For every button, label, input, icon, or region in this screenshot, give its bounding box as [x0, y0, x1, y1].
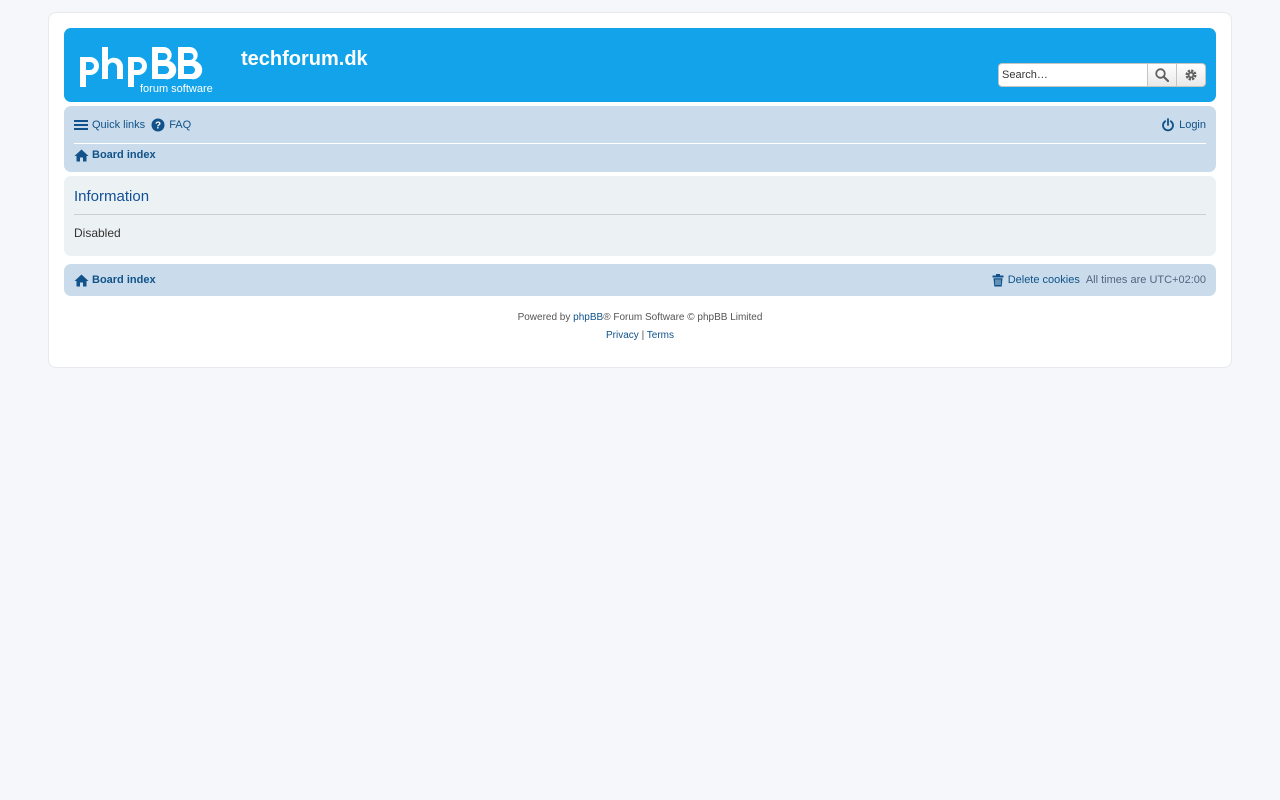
- search-button[interactable]: [1148, 63, 1177, 87]
- faq-label: FAQ: [169, 119, 192, 131]
- copyright: Powered by phpBB® Forum Software © phpBB…: [49, 309, 1231, 345]
- panel-message: Disabled: [74, 226, 121, 240]
- timezone-value: UTC+02:00: [1149, 274, 1206, 286]
- header-banner: forum software techforum.dk: [64, 28, 1216, 102]
- times-label: All times are: [1085, 274, 1147, 286]
- nav-top-row: Quick links ? FAQ Login: [74, 114, 1206, 144]
- gear-icon: [1185, 69, 1197, 81]
- quick-links-menu[interactable]: Quick links: [74, 119, 145, 131]
- phpbb-logo-icon: forum software: [80, 47, 213, 95]
- footer-right: Delete cookies All times are UTC+02:00: [992, 273, 1206, 287]
- footer-breadcrumb-board-index[interactable]: Board index: [74, 274, 156, 287]
- phpbb-link[interactable]: phpBB: [573, 312, 603, 323]
- powered-by-text: Powered by: [517, 312, 571, 323]
- search-box: [998, 63, 1206, 87]
- login-label: Login: [1179, 119, 1206, 131]
- footer-breadcrumb-label: Board index: [92, 274, 156, 286]
- login-link[interactable]: Login: [1161, 118, 1206, 132]
- hamburger-icon: [74, 120, 88, 130]
- breadcrumb-board-index[interactable]: Board index: [74, 149, 156, 162]
- home-icon: [74, 149, 89, 161]
- breadcrumb-label: Board index: [92, 149, 156, 161]
- timezone-info: All times are UTC+02:00: [1086, 274, 1206, 286]
- delete-cookies-label: Delete cookies: [1007, 274, 1080, 286]
- privacy-link[interactable]: Privacy: [606, 330, 639, 341]
- delete-cookies-link[interactable]: Delete cookies: [992, 273, 1080, 287]
- search-icon: [1155, 68, 1169, 82]
- terms-link[interactable]: Terms: [647, 330, 674, 341]
- breadcrumbs: Board index: [74, 144, 156, 166]
- search-input[interactable]: [998, 63, 1148, 87]
- panel-heading: Information: [74, 188, 150, 205]
- quick-links-label: Quick links: [92, 119, 146, 131]
- panel-divider: [74, 214, 1206, 215]
- question-circle-icon: ?: [151, 118, 165, 132]
- site-logo[interactable]: forum software: [78, 45, 230, 97]
- faq-link[interactable]: ? FAQ: [151, 118, 191, 132]
- svg-text:?: ?: [155, 121, 161, 132]
- logo-subtitle: forum software: [140, 83, 213, 95]
- navbar: Quick links ? FAQ Login Board index: [64, 106, 1216, 172]
- power-icon: [1162, 118, 1174, 132]
- link-separator: |: [641, 330, 645, 341]
- powered-by-line: Powered by phpBB® Forum Software © phpBB…: [49, 309, 1231, 327]
- nav-divider: [74, 143, 1206, 144]
- trash-icon: [992, 273, 1004, 286]
- information-panel: Information Disabled: [64, 176, 1216, 256]
- copyright-suffix: ® Forum Software © phpBB Limited: [603, 312, 763, 323]
- policy-links: Privacy | Terms: [49, 327, 1231, 345]
- footer-navbar: Board index Delete cookies All times are…: [64, 264, 1216, 296]
- page-wrapper: forum software techforum.dk Search… Quic…: [48, 12, 1232, 368]
- site-title: techforum.dk: [241, 48, 368, 70]
- home-icon: [74, 274, 89, 286]
- advanced-search-button[interactable]: [1177, 63, 1206, 87]
